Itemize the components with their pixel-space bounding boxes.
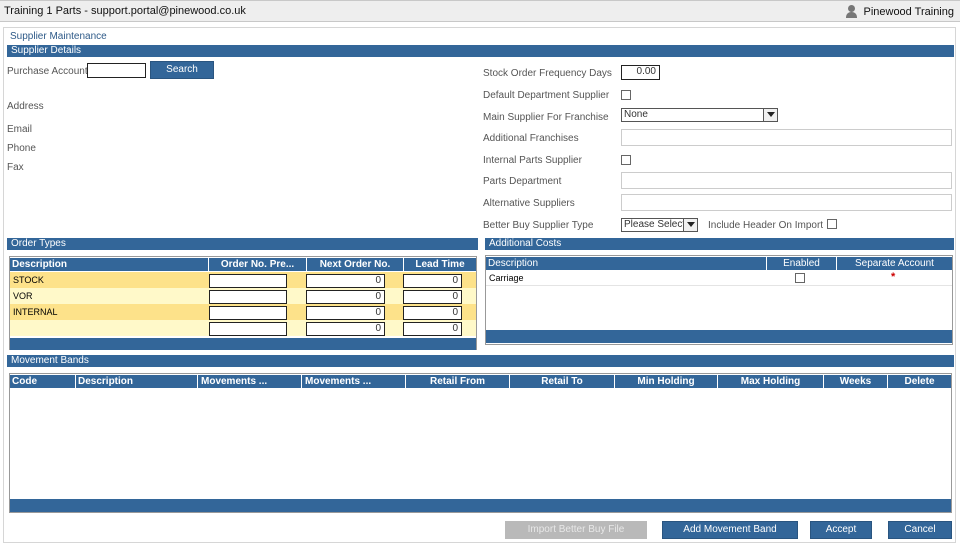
column-header[interactable]: Next Order No. <box>306 258 403 271</box>
add-movement-band-button[interactable]: Add Movement Band <box>662 521 798 539</box>
movement-bands-table-header: Code Description Movements ... Movements… <box>10 375 951 388</box>
chevron-down-icon <box>683 219 697 231</box>
next-order-input[interactable]: 0 <box>306 306 385 320</box>
column-header[interactable]: Lead Time <box>403 258 476 271</box>
lead-time-input[interactable]: 0 <box>403 274 462 288</box>
order-type-description: STOCK <box>13 275 44 285</box>
alternative-suppliers-label: Alternative Suppliers <box>483 198 575 209</box>
stock-order-frequency-label: Stock Order Frequency Days <box>483 68 612 79</box>
column-header[interactable]: Min Holding <box>614 375 717 388</box>
column-header[interactable]: Movements ... <box>197 375 301 388</box>
parts-department-input[interactable] <box>621 172 952 189</box>
supplier-details-header: Supplier Details <box>7 45 954 57</box>
required-mark: * <box>891 271 896 283</box>
alternative-suppliers-input[interactable] <box>621 194 952 211</box>
include-header-label: Include Header On Import <box>708 220 824 231</box>
main-supplier-label: Main Supplier For Franchise <box>483 112 609 123</box>
phone-label: Phone <box>7 143 36 154</box>
column-header[interactable]: Enabled <box>766 257 836 270</box>
accept-button[interactable]: Accept <box>810 521 872 539</box>
column-header[interactable]: Code <box>10 375 75 388</box>
search-button[interactable]: Search <box>150 61 214 79</box>
table-row[interactable]: Carriage <box>486 271 952 286</box>
order-prefix-input[interactable] <box>209 290 287 304</box>
include-header-checkbox[interactable] <box>827 219 837 229</box>
default-department-checkbox[interactable] <box>621 90 631 100</box>
order-types-footer <box>10 338 476 350</box>
order-types-table-header: Description Order No. Pre... Next Order … <box>10 258 476 271</box>
lead-time-input[interactable]: 0 <box>403 306 462 320</box>
better-buy-select[interactable]: Please Select... <box>621 218 698 232</box>
lead-time-input[interactable]: 0 <box>403 290 462 304</box>
window-title: Training 1 Parts - support.portal@pinewo… <box>4 5 246 17</box>
column-header[interactable]: Retail From <box>405 375 509 388</box>
fax-label: Fax <box>7 162 24 173</box>
column-header[interactable]: Order No. Pre... <box>208 258 306 271</box>
cancel-button[interactable]: Cancel <box>888 521 952 539</box>
stock-order-frequency-input[interactable]: 0.00 <box>621 65 660 80</box>
parts-department-label: Parts Department <box>483 176 562 187</box>
order-prefix-input[interactable] <box>209 306 287 320</box>
additional-costs-table-header: Description Enabled Separate Account <box>486 257 952 270</box>
movement-bands-panel <box>9 373 952 513</box>
additional-costs-footer <box>486 330 952 343</box>
movement-bands-header: Movement Bands <box>7 355 954 367</box>
main-supplier-value: None <box>624 109 648 120</box>
movement-bands-footer <box>10 499 951 512</box>
window-titlebar: Training 1 Parts - support.portal@pinewo… <box>0 0 960 22</box>
default-department-label: Default Department Supplier <box>483 90 610 101</box>
address-label: Address <box>7 101 44 112</box>
column-header[interactable]: Max Holding <box>717 375 823 388</box>
column-header[interactable]: Movements ... <box>301 375 405 388</box>
column-header[interactable]: Delete <box>887 375 951 388</box>
order-types-header: Order Types <box>7 238 478 250</box>
additional-costs-header: Additional Costs <box>485 238 954 250</box>
column-header[interactable]: Description <box>75 375 197 388</box>
carriage-enabled-checkbox[interactable] <box>795 273 805 283</box>
order-prefix-input[interactable] <box>209 322 287 336</box>
user-menu[interactable]: Pinewood Training <box>845 5 954 18</box>
import-better-buy-button[interactable]: Import Better Buy File <box>505 521 647 539</box>
column-header[interactable]: Weeks <box>823 375 887 388</box>
cost-description: Carriage <box>489 273 524 283</box>
chevron-down-icon <box>763 109 777 121</box>
internal-parts-label: Internal Parts Supplier <box>483 155 582 166</box>
order-type-description: INTERNAL <box>13 307 58 317</box>
additional-franchises-label: Additional Franchises <box>483 133 579 144</box>
column-header[interactable]: Retail To <box>509 375 614 388</box>
purchase-account-input[interactable] <box>87 63 146 78</box>
column-header[interactable]: Description <box>10 258 208 271</box>
additional-franchises-input[interactable] <box>621 129 952 146</box>
lead-time-input[interactable]: 0 <box>403 322 462 336</box>
order-prefix-input[interactable] <box>209 274 287 288</box>
next-order-input[interactable]: 0 <box>306 290 385 304</box>
next-order-input[interactable]: 0 <box>306 322 385 336</box>
main-supplier-select[interactable]: None <box>621 108 778 122</box>
purchase-account-label: Purchase Account <box>7 66 88 77</box>
user-icon <box>845 5 858 18</box>
order-type-description: VOR <box>13 291 33 301</box>
page-title: Supplier Maintenance <box>10 31 107 42</box>
column-header[interactable]: Description <box>486 257 766 270</box>
user-name: Pinewood Training <box>863 5 954 18</box>
better-buy-label: Better Buy Supplier Type <box>483 220 594 231</box>
internal-parts-checkbox[interactable] <box>621 155 631 165</box>
email-label: Email <box>7 124 33 135</box>
column-header[interactable]: Separate Account <box>836 257 952 270</box>
next-order-input[interactable]: 0 <box>306 274 385 288</box>
